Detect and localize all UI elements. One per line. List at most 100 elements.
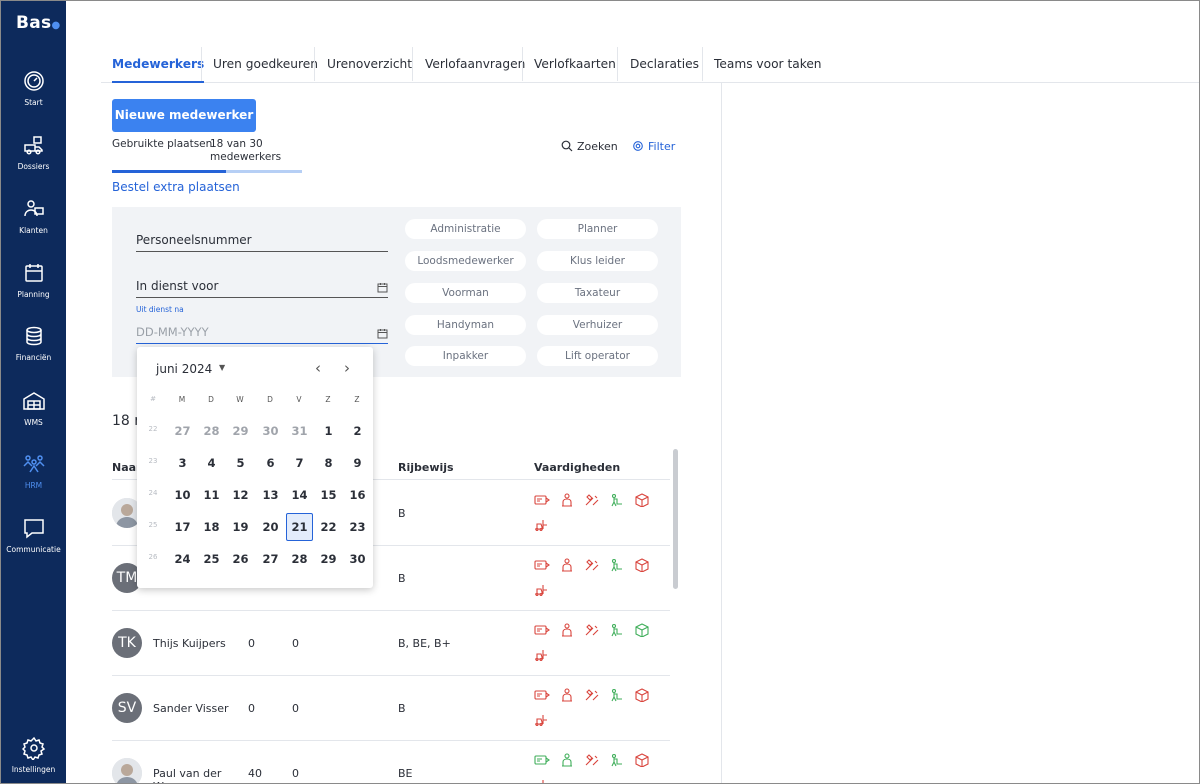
tab-uren-goedkeuren[interactable]: Uren goedkeuren [213,47,318,83]
calendar-day[interactable]: 16 [344,481,371,509]
sidebar-item-communicatie[interactable]: Communicatie [1,516,66,576]
table-scrollbar[interactable] [673,449,678,589]
calendar-day[interactable]: 2 [344,417,371,445]
tab-teams-voor-taken[interactable]: Teams voor taken [714,47,822,83]
license-value: B, BE, B+ [398,637,451,650]
avatar [112,758,142,783]
avatar: TK [112,628,142,658]
search-button[interactable]: Zoeken [561,140,618,153]
lifting-icon [609,688,625,702]
tools-icon [584,493,600,507]
calendar-day[interactable]: 7 [286,449,313,477]
calendar-day[interactable]: 24 [169,545,196,573]
chevron-left-icon[interactable]: ‹ [311,359,325,377]
calendar-day[interactable]: 28 [198,417,225,445]
calendar-day[interactable]: 13 [257,481,284,509]
role-chip-loodsmedewerker[interactable]: Loodsmedewerker [405,251,526,271]
role-chip-handyman[interactable]: Handyman [405,315,526,335]
role-chip-planner[interactable]: Planner [537,219,658,239]
date-picker-popup: juni 2024 ▼ ‹ › # M D W D V Z Z 22 27 28 29 30 31 1 2 2… [137,347,373,588]
calendar-day[interactable]: 3 [169,449,196,477]
calendar-day[interactable]: 29 [227,417,254,445]
column-header-license[interactable]: Rijbewijs [398,461,454,474]
out-of-service-after-field[interactable]: Uit dienst na DD-MM-YYYY [136,305,388,344]
caret-down-icon[interactable]: ▼ [219,363,225,372]
table-row[interactable]: Paul van der Wees 40 0 BE [112,741,670,783]
sidebar-item-hrm[interactable]: HRM [1,452,66,512]
employee-name[interactable]: Sander Visser [153,702,233,715]
calendar-day[interactable]: 18 [198,513,225,541]
filter-button[interactable]: Filter [632,140,675,153]
app-window: Bas● Start Dossiers Klanten Planning Fin… [0,0,1200,784]
calendar-day[interactable]: 22 [315,513,342,541]
lifting-icon [609,558,625,572]
calendar-day[interactable]: 5 [227,449,254,477]
calendar-day[interactable]: 30 [344,545,371,573]
role-chip-taxateur[interactable]: Taxateur [537,283,658,303]
calendar-day[interactable]: 15 [315,481,342,509]
in-service-before-field[interactable]: In dienst voor [136,279,388,298]
gauge-icon [23,71,44,91]
calendar-icon[interactable] [377,282,388,293]
month-year-selector[interactable]: juni 2024 [156,362,212,376]
personnel-number-field[interactable]: Personeelsnummer [136,233,388,252]
role-chip-lift-operator[interactable]: Lift operator [537,346,658,366]
calendar-day[interactable]: 25 [198,545,225,573]
weekday-header: W [236,395,244,404]
calendar-day[interactable]: 17 [169,513,196,541]
column-header-skills[interactable]: Vaardigheden [534,461,620,474]
employee-name[interactable]: Thijs Kuijpers [153,637,233,650]
calendar-day[interactable]: 30 [257,417,284,445]
calendar-day[interactable]: 23 [344,513,371,541]
sidebar-item-start[interactable]: Start [1,69,66,129]
calendar-day[interactable]: 27 [169,417,196,445]
lifting-icon [609,623,625,637]
tab-declaraties[interactable]: Declaraties [630,47,699,83]
logo[interactable]: Bas● [16,13,60,33]
calendar-day[interactable]: 21 [286,513,313,541]
order-extra-seats-link[interactable]: Bestel extra plaatsen [112,180,240,194]
table-row[interactable]: SV Sander Visser 0 0 B [112,676,670,741]
sidebar-item-wms[interactable]: WMS [1,389,66,449]
calendar-day[interactable]: 8 [315,449,342,477]
tab-medewerkers[interactable]: Medewerkers [112,47,205,83]
tab-verlofkaarten[interactable]: Verlofkaarten [534,47,616,83]
calendar-day[interactable]: 1 [315,417,342,445]
mover-icon [559,753,575,767]
role-chip-verhuizer[interactable]: Verhuizer [537,315,658,335]
weekday-header: Z [325,395,331,404]
calendar-day[interactable]: 27 [257,545,284,573]
calendar-day[interactable]: 4 [198,449,225,477]
new-employee-button[interactable]: Nieuwe medewerker [112,99,256,132]
sidebar-item-instellingen[interactable]: Instellingen [1,736,66,783]
tab-verlofaanvragen[interactable]: Verlofaanvragen [425,47,525,83]
calendar-day[interactable]: 19 [227,513,254,541]
chevron-right-icon[interactable]: › [340,359,354,377]
calendar-day[interactable]: 20 [257,513,284,541]
weekday-header: M [178,395,186,404]
table-row[interactable]: TK Thijs Kuijpers 0 0 B, BE, B+ [112,611,670,676]
role-chip-voorman[interactable]: Voorman [405,283,526,303]
calendar-day[interactable]: 26 [227,545,254,573]
sidebar-item-planning[interactable]: Planning [1,261,66,321]
calendar-day[interactable]: 9 [344,449,371,477]
role-chip-inpakker[interactable]: Inpakker [405,346,526,366]
sidebar-item-klanten[interactable]: Klanten [1,197,66,257]
calendar-day[interactable]: 28 [286,545,313,573]
calendar-day[interactable]: 6 [257,449,284,477]
calendar-icon[interactable] [377,328,388,339]
role-chip-klus-leider[interactable]: Klus leider [537,251,658,271]
calendar-day[interactable]: 12 [227,481,254,509]
calendar-day[interactable]: 11 [198,481,225,509]
sidebar-item-financien[interactable]: Financiën [1,324,66,384]
tab-urenoverzicht[interactable]: Urenoverzicht [327,47,412,83]
weekday-header: V [296,395,302,404]
calendar-day[interactable]: 14 [286,481,313,509]
role-chip-administratie[interactable]: Administratie [405,219,526,239]
calendar-day[interactable]: 31 [286,417,313,445]
sidebar-item-dossiers[interactable]: Dossiers [1,133,66,193]
employee-name[interactable]: Paul van der Wees [153,767,233,783]
calendar-day[interactable]: 10 [169,481,196,509]
driving-license-icon [534,688,550,702]
calendar-day[interactable]: 29 [315,545,342,573]
